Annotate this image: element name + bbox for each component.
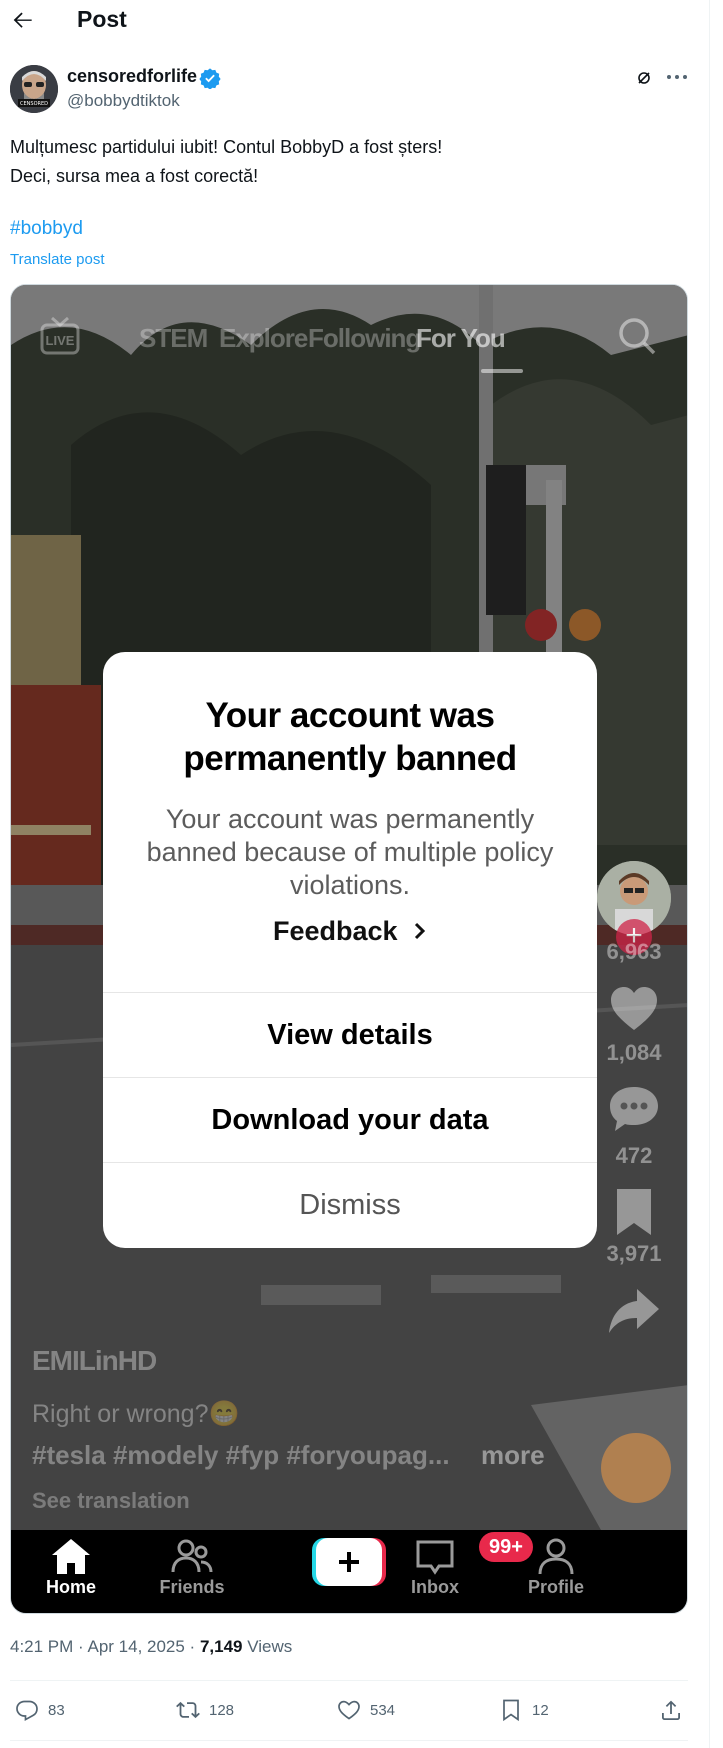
tiktok-nav-label: Friends — [159, 1577, 225, 1597]
profile-icon — [538, 1538, 574, 1575]
repost-count: 128 — [209, 1702, 235, 1719]
tiktok-nav-inbox: Inbox — [375, 1536, 495, 1598]
post-text-line: Deci, sursa mea a fost corectă! — [10, 166, 259, 186]
tiktok-tab-explore: Explore — [219, 323, 308, 353]
like-heart-icon — [338, 1700, 360, 1720]
translate-post-link[interactable]: Translate post — [10, 251, 105, 268]
dialog-title-line: permanently banned — [183, 739, 517, 778]
chevron-right-icon — [414, 922, 426, 940]
caption-more: more — [481, 1440, 545, 1470]
back-arrow-icon[interactable] — [10, 7, 36, 33]
post-timestamp: 4:21 PM · Apr 14, 2025 · 7,149 Views — [10, 1637, 292, 1657]
bookmark-outline-icon — [503, 1699, 519, 1722]
inbox-icon — [416, 1540, 454, 1575]
feedback-link: Feedback — [103, 916, 597, 947]
post-time[interactable]: 4:21 PM · Apr 14, 2025 · — [10, 1637, 200, 1656]
ban-dialog: Your account was permanently banned Your… — [103, 652, 597, 1248]
grok-icon[interactable] — [636, 70, 652, 86]
tiktok-nav-home: Home — [11, 1536, 131, 1598]
page-title: Post — [77, 6, 127, 32]
tiktok-bottom-nav: Home Friends Inbox 99+ Profile — [11, 1530, 687, 1613]
dismiss-button: Dismiss — [299, 1189, 401, 1221]
post-media-image[interactable]: LIVE STEM Explore Following For You + 6,… — [10, 284, 688, 1614]
bookmark-count: 12 — [532, 1702, 549, 1719]
share-button[interactable] — [658, 1698, 684, 1722]
tiktok-nav-label: Home — [45, 1577, 96, 1597]
caption-username: EMILinHD — [32, 1345, 157, 1376]
download-data-button: Download your data — [211, 1104, 489, 1136]
more-options-icon[interactable] — [666, 68, 688, 86]
repost-icon — [176, 1701, 200, 1719]
author-display-name[interactable]: censoredforlife — [67, 66, 197, 87]
post-text-line: Mulțumesc partidului iubit! Contul Bobby… — [10, 137, 443, 157]
divider — [10, 1740, 688, 1741]
music-disc-icon — [601, 1433, 671, 1503]
post-text: Mulțumesc partidului iubit! Contul Bobby… — [10, 133, 442, 191]
dialog-body: Your account was permanently banned beca… — [146, 804, 554, 900]
live-icon: LIVE — [40, 316, 80, 355]
share-upload-icon — [662, 1700, 680, 1720]
tiktok-search-icon — [619, 318, 656, 355]
dialog-title-line: Your account was — [205, 696, 495, 735]
views-label: Views — [242, 1637, 293, 1656]
tiktok-nav-label: Inbox — [411, 1577, 459, 1597]
bookmark-icon — [617, 1189, 651, 1235]
reply-icon — [16, 1700, 38, 1722]
tiktok-tab-for-you: For You — [416, 323, 506, 353]
tiktok-nav-profile: Profile — [496, 1536, 616, 1598]
views-count: 7,149 — [199, 1637, 243, 1656]
dialog-title: Your account was permanently banned — [103, 694, 597, 780]
see-translation: See translation — [32, 1488, 190, 1513]
share-icon — [609, 1289, 659, 1333]
column-divider — [709, 0, 710, 1748]
active-tab-indicator — [481, 369, 523, 373]
verified-badge-icon — [199, 68, 221, 89]
svg-text:LIVE: LIVE — [46, 333, 75, 348]
home-icon — [52, 1539, 90, 1574]
tiktok-tab-following: Following — [308, 323, 421, 353]
post-header: Post — [0, 0, 709, 40]
feedback-label: Feedback — [272, 916, 398, 946]
hashtag-link[interactable]: #bobbyd — [10, 218, 83, 240]
caption-tags: #tesla #modely #fyp #foryoupag... — [32, 1440, 450, 1470]
author-handle[interactable]: @bobbydtiktok — [67, 91, 180, 111]
author-avatar[interactable]: CENSORED — [10, 65, 58, 113]
tiktok-nav-friends: Friends — [132, 1536, 252, 1598]
friends-icon — [171, 1539, 213, 1573]
reply-count: 83 — [48, 1702, 65, 1719]
view-details-button: View details — [267, 1019, 433, 1051]
tiktok-tab-stem: STEM — [139, 323, 208, 353]
like-count: 534 — [370, 1702, 396, 1719]
tiktok-nav-label: Profile — [527, 1577, 584, 1597]
caption-text: Right or wrong?😁 — [32, 1400, 240, 1428]
divider — [10, 1680, 688, 1681]
comment-icon — [610, 1087, 658, 1131]
svg-text:CENSORED: CENSORED — [20, 101, 48, 107]
